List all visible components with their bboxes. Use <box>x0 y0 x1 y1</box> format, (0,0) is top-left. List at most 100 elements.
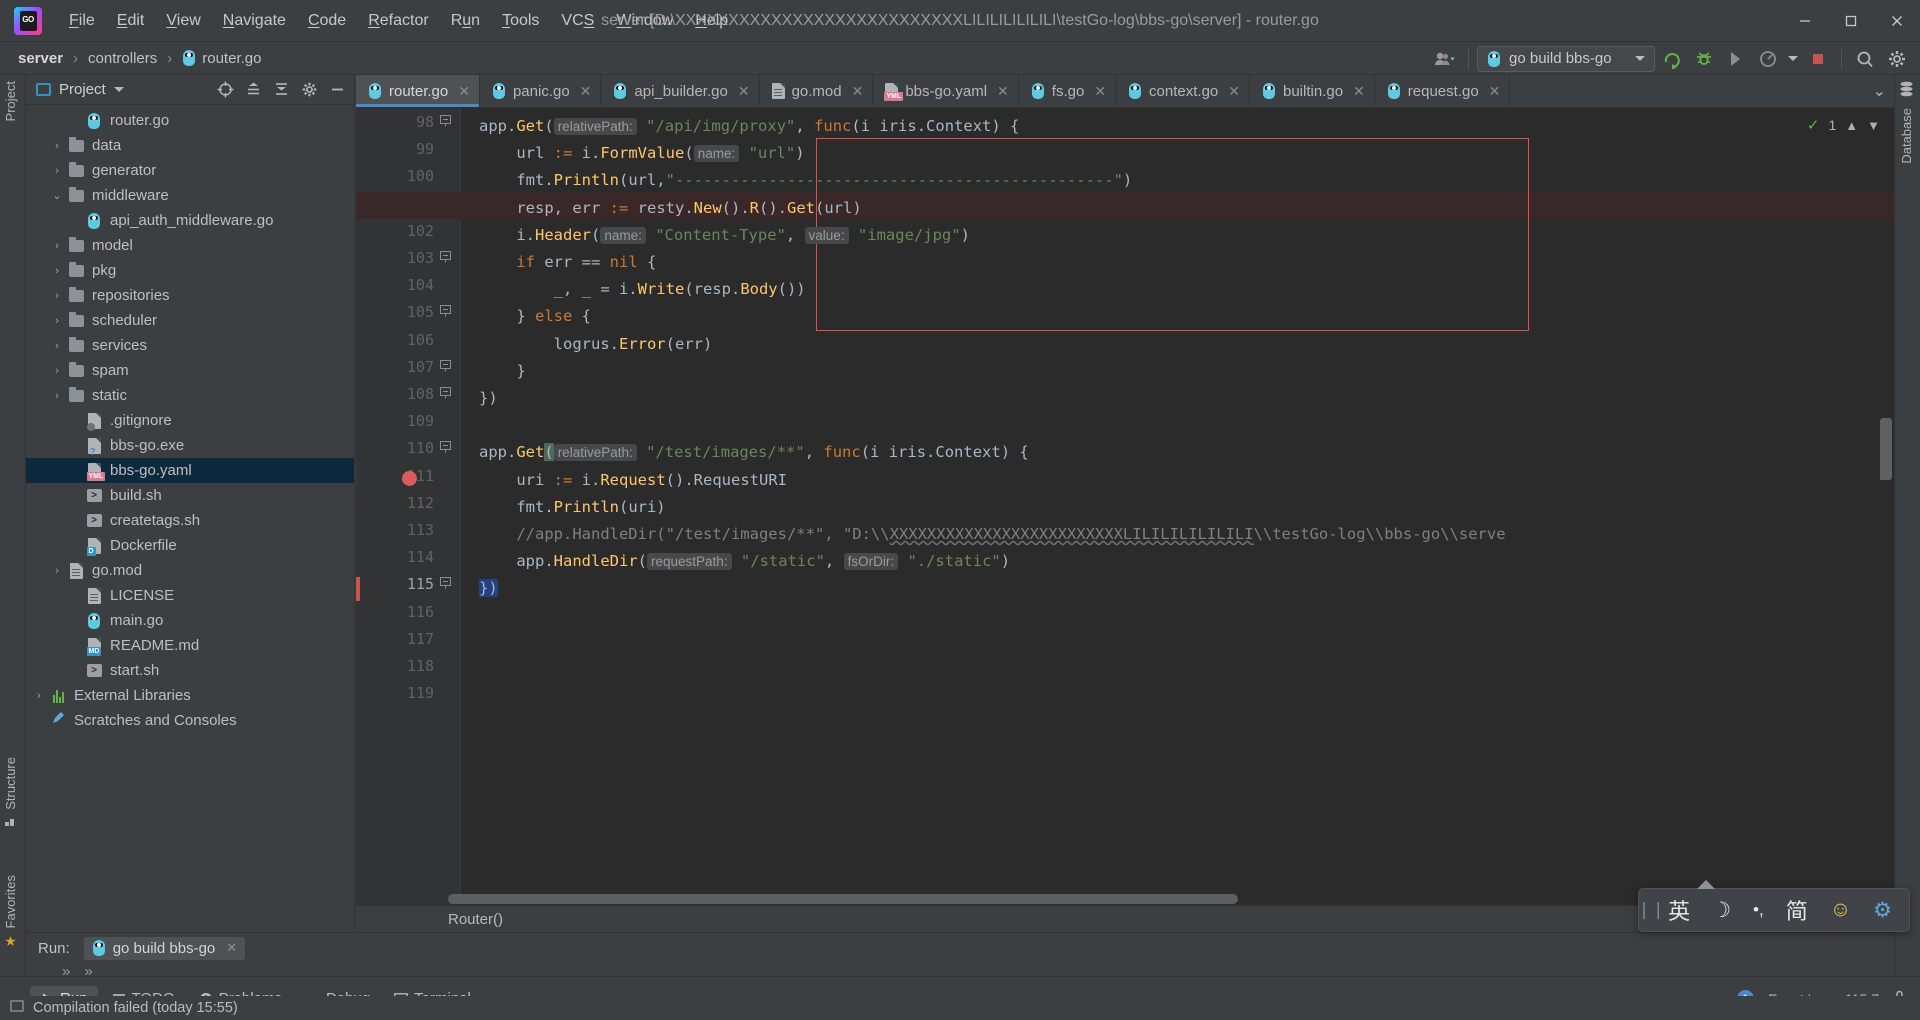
tree-item-start-sh[interactable]: > start.sh <box>26 658 354 683</box>
profile-icon[interactable] <box>1753 46 1783 72</box>
code-line-119[interactable] <box>461 684 479 711</box>
code-line-102[interactable]: i.Header(name: "Content-Type", value: "i… <box>461 222 970 249</box>
tree-item-external-libraries[interactable]: › External Libraries <box>26 683 354 708</box>
previous-problem-icon[interactable]: ▲ <box>1845 118 1858 133</box>
tree-item-pkg[interactable]: › pkg <box>26 258 354 283</box>
code-fold-marker[interactable] <box>438 441 452 456</box>
stripe-button-project[interactable]: Project <box>3 81 18 121</box>
code-fold-marker[interactable] <box>438 115 452 130</box>
chevron-right-icon[interactable]: › <box>48 265 66 277</box>
code-line-101[interactable]: resp, err := resty.New().R().Get(url) <box>461 195 861 222</box>
code-line-114[interactable]: app.HandleDir(requestPath: "/static", fs… <box>461 548 1010 575</box>
run-configuration-selector[interactable]: go build bbs-go <box>1477 45 1655 72</box>
breakpoint-icon[interactable] <box>402 470 417 486</box>
code-fold-marker[interactable] <box>438 251 452 266</box>
tree-item-api-auth-middleware-go[interactable]: api_auth_middleware.go <box>26 208 354 233</box>
run-tab-go-build[interactable]: go build bbs-go ✕ <box>83 936 246 960</box>
project-tree[interactable]: router.go › data › generator ⌄ middleware api_a… <box>26 106 354 932</box>
code-line-118[interactable] <box>461 657 479 684</box>
next-problem-icon[interactable]: ▼ <box>1867 118 1880 133</box>
ime-moon-icon[interactable]: ☽ <box>1701 889 1742 931</box>
close-button[interactable] <box>1874 0 1920 42</box>
close-icon[interactable]: ✕ <box>738 83 750 100</box>
close-icon[interactable]: ✕ <box>580 83 592 100</box>
collapse-all-icon[interactable] <box>270 79 292 101</box>
menu-window[interactable]: Window <box>605 8 684 34</box>
ime-settings-icon[interactable]: ⚙ <box>1862 889 1903 931</box>
close-icon[interactable]: ✕ <box>1094 83 1106 100</box>
hide-panel-icon[interactable] <box>326 79 348 101</box>
tree-item-go-mod[interactable]: › go.mod <box>26 558 354 583</box>
chevron-right-icon[interactable]: › <box>48 165 66 177</box>
chevron-right-icon[interactable]: › <box>30 690 48 702</box>
editor-tab-go-mod[interactable]: go.mod ✕ <box>760 75 874 107</box>
tree-item-middleware[interactable]: ⌄ middleware <box>26 183 354 208</box>
stripe-button-structure[interactable]: Structure <box>3 757 18 826</box>
breadcrumb-item-controllers[interactable]: controllers <box>84 48 161 69</box>
tree-item-spam[interactable]: › spam <box>26 358 354 383</box>
ime-simplified-chinese-icon[interactable]: 简 <box>1775 889 1819 931</box>
close-icon[interactable]: ✕ <box>226 940 237 956</box>
code-line-105[interactable]: } else { <box>461 303 591 330</box>
code-fold-marker[interactable] <box>438 305 452 320</box>
code-fold-marker[interactable] <box>438 577 452 592</box>
code-line-112[interactable]: fmt.Println(uri) <box>461 494 665 521</box>
chevron-right-icon[interactable]: › <box>48 290 66 302</box>
code-line-108[interactable]: }) <box>461 385 498 412</box>
menu-edit[interactable]: Edit <box>106 8 156 34</box>
chevron-right-icon[interactable]: › <box>48 565 66 577</box>
editor-tab-bbs-go-yaml[interactable]: YML bbs-go.yaml ✕ <box>873 75 1019 107</box>
editor-tab-fs-go[interactable]: fs.go ✕ <box>1019 75 1117 107</box>
tree-item-scheduler[interactable]: › scheduler <box>26 308 354 333</box>
user-accounts-icon[interactable] <box>1430 46 1460 72</box>
search-everywhere-icon[interactable] <box>1850 46 1880 72</box>
tree-item-license[interactable]: LICENSE <box>26 583 354 608</box>
breadcrumb-item-router-go[interactable]: router.go <box>178 48 265 69</box>
code-line-99[interactable]: url := i.FormValue(name: "url") <box>461 140 805 167</box>
vcs-change-marker[interactable] <box>356 577 360 602</box>
code-line-104[interactable]: _, _ = i.Write(resp.Body()) <box>461 276 806 303</box>
tree-item-build-sh[interactable]: > build.sh <box>26 483 354 508</box>
profile-dropdown-icon[interactable] <box>1785 46 1801 72</box>
menu-refactor[interactable]: Refactor <box>357 8 439 34</box>
tree-item-model[interactable]: › model <box>26 233 354 258</box>
ime-floating-toolbar[interactable]: ❘❘ 英 ☽ •, 简 ☺ ⚙ <box>1637 880 1910 932</box>
tree-item-services[interactable]: › services <box>26 333 354 358</box>
code-line-115[interactable]: }) <box>461 575 498 602</box>
code-fold-marker[interactable] <box>438 359 452 375</box>
code-line-100[interactable]: fmt.Println(url,"-----------------------… <box>461 167 1132 194</box>
tree-item-data[interactable]: › data <box>26 133 354 158</box>
ime-emoji-icon[interactable]: ☺ <box>1819 889 1862 931</box>
menu-navigate[interactable]: Navigate <box>212 8 297 34</box>
editor-tab-panic-go[interactable]: panic.go ✕ <box>480 75 602 107</box>
code-line-106[interactable]: logrus.Error(err) <box>461 331 713 358</box>
menu-run[interactable]: Run <box>440 8 491 34</box>
run-icon[interactable] <box>1657 46 1687 72</box>
editor-tab-builtin-go[interactable]: builtin.go ✕ <box>1250 75 1375 107</box>
code-line-98[interactable]: app.Get(relativePath: "/api/img/proxy", … <box>461 113 1019 140</box>
debug-icon[interactable] <box>1689 46 1719 72</box>
settings-icon[interactable] <box>1882 46 1912 72</box>
chevron-down-icon[interactable] <box>113 87 124 92</box>
tree-item-router-go[interactable]: router.go <box>26 108 354 133</box>
horizontal-scrollbar[interactable] <box>448 894 1828 904</box>
tree-item-scratches-and-consoles[interactable]: Scratches and Consoles <box>26 708 354 733</box>
stripe-button-favorites[interactable]: Favorites ★ <box>3 875 18 948</box>
tree-item-gitignore[interactable]: .gitignore <box>26 408 354 433</box>
code-line-113[interactable]: //app.HandleDir("/test/images/**", "D:\\… <box>461 521 1505 548</box>
ime-punctuation-icon[interactable]: •, <box>1742 889 1775 931</box>
menu-vcs[interactable]: VCS <box>550 8 605 34</box>
minimize-button[interactable] <box>1782 0 1828 42</box>
code-line-103[interactable]: if err == nil { <box>461 249 656 276</box>
run-with-coverage-icon[interactable] <box>1721 46 1751 72</box>
menu-code[interactable]: Code <box>297 8 357 34</box>
code-line-116[interactable] <box>461 603 479 630</box>
ime-drag-handle[interactable]: ❘❘ <box>1637 900 1666 920</box>
settings-icon[interactable] <box>298 79 320 101</box>
close-icon[interactable]: ✕ <box>1228 83 1240 100</box>
stripe-button-database[interactable]: Database <box>1899 81 1914 164</box>
expand-all-icon[interactable] <box>242 79 264 101</box>
editor-tabs-overflow-icon[interactable]: ⌄ <box>1865 75 1894 107</box>
select-opened-file-icon[interactable] <box>214 79 236 101</box>
ime-language-mode[interactable]: 英 <box>1657 889 1701 931</box>
